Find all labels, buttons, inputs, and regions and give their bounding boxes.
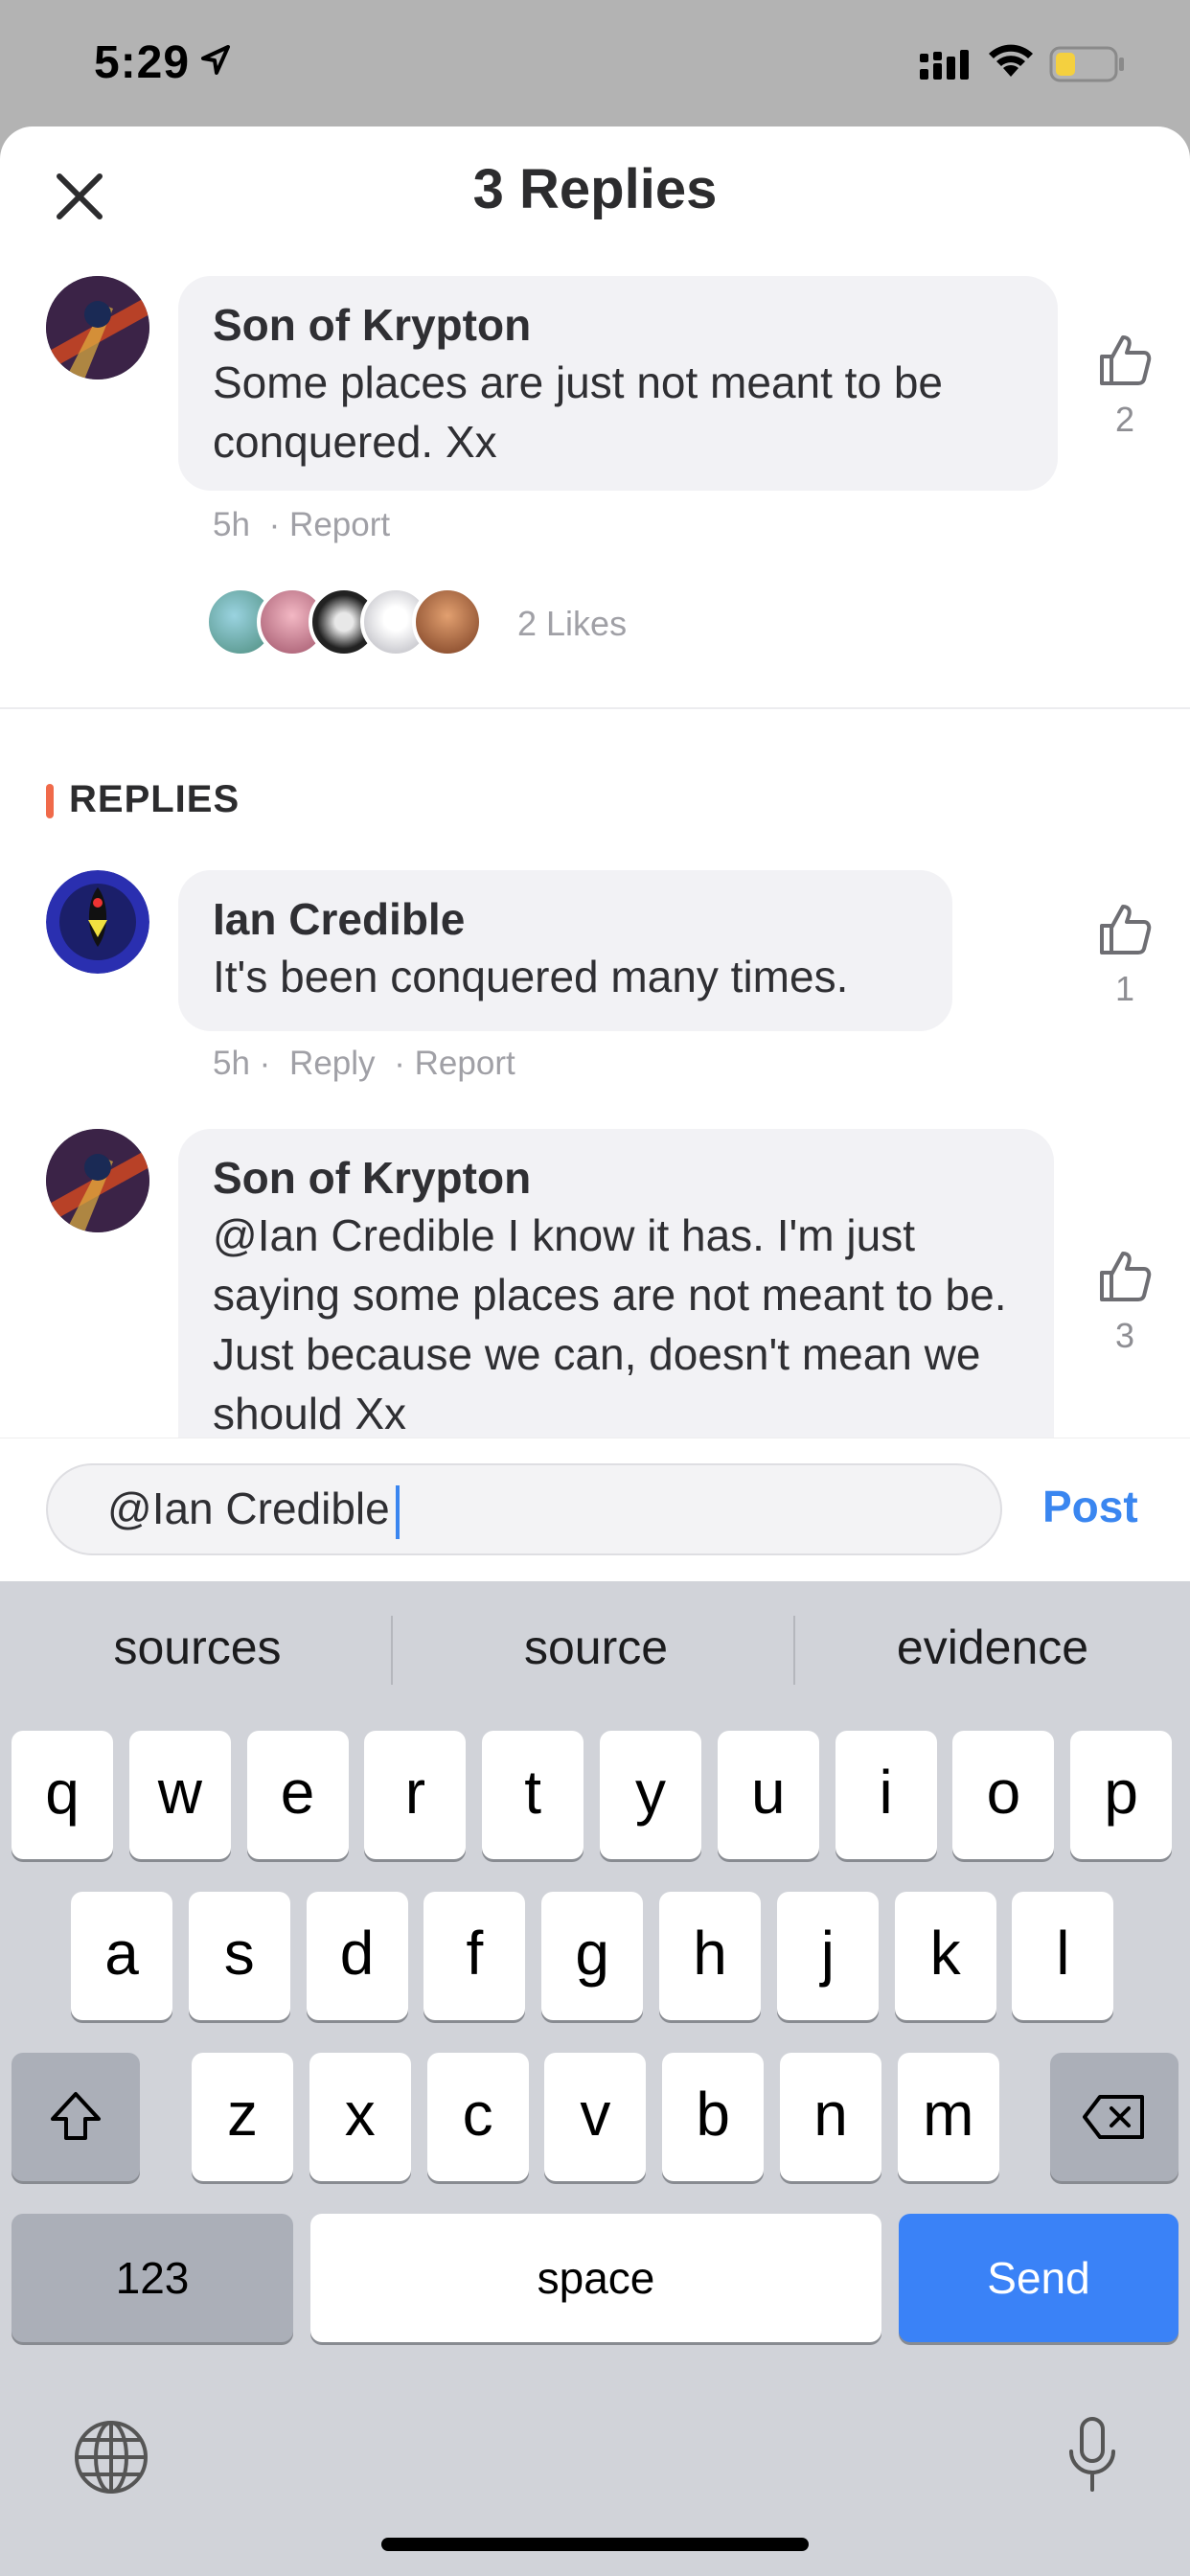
page-title: 3 Replies: [472, 158, 718, 220]
reply-time: 5h ·: [213, 1045, 271, 1082]
key-m[interactable]: m: [897, 2053, 999, 2181]
shift-key[interactable]: [11, 2053, 140, 2181]
report-link[interactable]: · Report: [394, 1045, 515, 1082]
like-button[interactable]: 3: [1087, 1248, 1163, 1356]
key-c[interactable]: c: [426, 2053, 529, 2181]
wifi-icon: [989, 44, 1033, 77]
keyboard: sources source evidence qwertyuiop asdfg…: [0, 1581, 1190, 2576]
avatar[interactable]: [46, 870, 149, 974]
location-arrow-icon: [201, 45, 230, 75]
key-h[interactable]: h: [659, 1892, 761, 2020]
globe-icon[interactable]: [73, 2419, 149, 2496]
comment-time: 5h: [213, 506, 250, 543]
key-k[interactable]: k: [894, 1892, 996, 2020]
key-n[interactable]: n: [780, 2053, 881, 2181]
reply-bubble: Son of Krypton @Ian Credible I know it h…: [178, 1129, 1054, 1474]
key-w[interactable]: w: [128, 1731, 231, 1859]
reply-input-text[interactable]: @Ian Credible: [107, 1483, 400, 1539]
key-q[interactable]: q: [11, 1731, 113, 1859]
reply-author[interactable]: Son of Krypton: [213, 1152, 531, 1204]
like-count: 1: [1114, 969, 1135, 1008]
reply-meta: 5h · Reply · Report: [213, 1045, 525, 1083]
comment-composer: @Ian Credible Post: [0, 1438, 1190, 1582]
comment-author[interactable]: Son of Krypton: [213, 299, 531, 351]
key-s[interactable]: s: [188, 1892, 290, 2020]
key-y[interactable]: y: [600, 1731, 701, 1859]
key-f[interactable]: f: [423, 1892, 526, 2020]
text-caret: [395, 1484, 400, 1539]
thumbs-up-icon[interactable]: [1096, 901, 1154, 958]
microphone-icon[interactable]: [1064, 2415, 1121, 2496]
replies-sheet: 3 Replies Son of Krypton Some places are…: [0, 126, 1190, 1583]
key-e[interactable]: e: [246, 1731, 349, 1859]
replies-heading: REPLIES: [69, 778, 240, 820]
reply-author[interactable]: Ian Credible: [213, 893, 465, 945]
like-button[interactable]: 1: [1087, 901, 1163, 1009]
reply-bubble: Ian Credible It's been conquered many ti…: [178, 870, 952, 1031]
numbers-key[interactable]: 123: [11, 2214, 293, 2342]
like-button[interactable]: 2: [1087, 332, 1163, 440]
key-o[interactable]: o: [952, 1731, 1055, 1859]
reply-text: It's been conquered many times.: [213, 952, 849, 1001]
like-count: 3: [1114, 1316, 1135, 1355]
key-t[interactable]: t: [482, 1731, 584, 1859]
reply-text: @Ian Credible I know it has. I'm just sa…: [213, 1210, 1007, 1438]
key-d[interactable]: d: [306, 1892, 408, 2020]
reply-input[interactable]: @Ian Credible: [46, 1463, 1002, 1555]
suggestion-item[interactable]: source: [399, 1620, 793, 1675]
comment-bubble: Son of Krypton Some places are just not …: [178, 276, 1058, 491]
report-link[interactable]: · Report: [269, 506, 390, 543]
thumbs-up-icon[interactable]: [1096, 1248, 1154, 1305]
suggestion-item[interactable]: sources: [0, 1620, 395, 1675]
key-z[interactable]: z: [192, 2053, 293, 2181]
key-p[interactable]: p: [1070, 1731, 1173, 1859]
key-a[interactable]: a: [71, 1892, 172, 2020]
replies-marker: [46, 784, 54, 818]
status-time: 5:29: [94, 37, 191, 88]
space-key[interactable]: space: [310, 2214, 881, 2342]
avatar[interactable]: [46, 1129, 149, 1232]
key-v[interactable]: v: [544, 2053, 647, 2181]
divider: [0, 707, 1190, 709]
liker-avatar: [412, 586, 483, 657]
comment-text: Some places are just not meant to be con…: [213, 357, 943, 467]
likes-count-label[interactable]: 2 Likes: [517, 604, 627, 644]
key-r[interactable]: r: [364, 1731, 467, 1859]
backspace-icon: [1083, 2095, 1144, 2139]
suggestion-item[interactable]: evidence: [795, 1620, 1190, 1675]
key-g[interactable]: g: [541, 1892, 644, 2020]
thumbs-up-icon[interactable]: [1096, 332, 1154, 389]
shift-icon: [51, 2092, 101, 2140]
status-bar: 5:29: [0, 0, 1190, 126]
key-i[interactable]: i: [835, 1731, 937, 1859]
like-count: 2: [1114, 400, 1135, 439]
comment-meta: 5h · Report: [213, 506, 400, 544]
post-button[interactable]: Post: [1042, 1481, 1138, 1532]
key-j[interactable]: j: [776, 1892, 879, 2020]
key-x[interactable]: x: [309, 2053, 411, 2181]
cellular-signal-icon: [920, 50, 969, 80]
home-indicator: [381, 2538, 809, 2551]
likers-row[interactable]: 2 Likes: [205, 586, 684, 663]
key-b[interactable]: b: [662, 2053, 765, 2181]
send-key[interactable]: Send: [899, 2214, 1179, 2342]
delete-key[interactable]: [1050, 2053, 1179, 2181]
key-u[interactable]: u: [717, 1731, 819, 1859]
battery-icon: [1049, 46, 1124, 82]
suggestion-divider: [391, 1616, 393, 1685]
avatar[interactable]: [46, 276, 149, 380]
key-l[interactable]: l: [1012, 1892, 1114, 2020]
reply-link[interactable]: Reply: [289, 1045, 375, 1082]
